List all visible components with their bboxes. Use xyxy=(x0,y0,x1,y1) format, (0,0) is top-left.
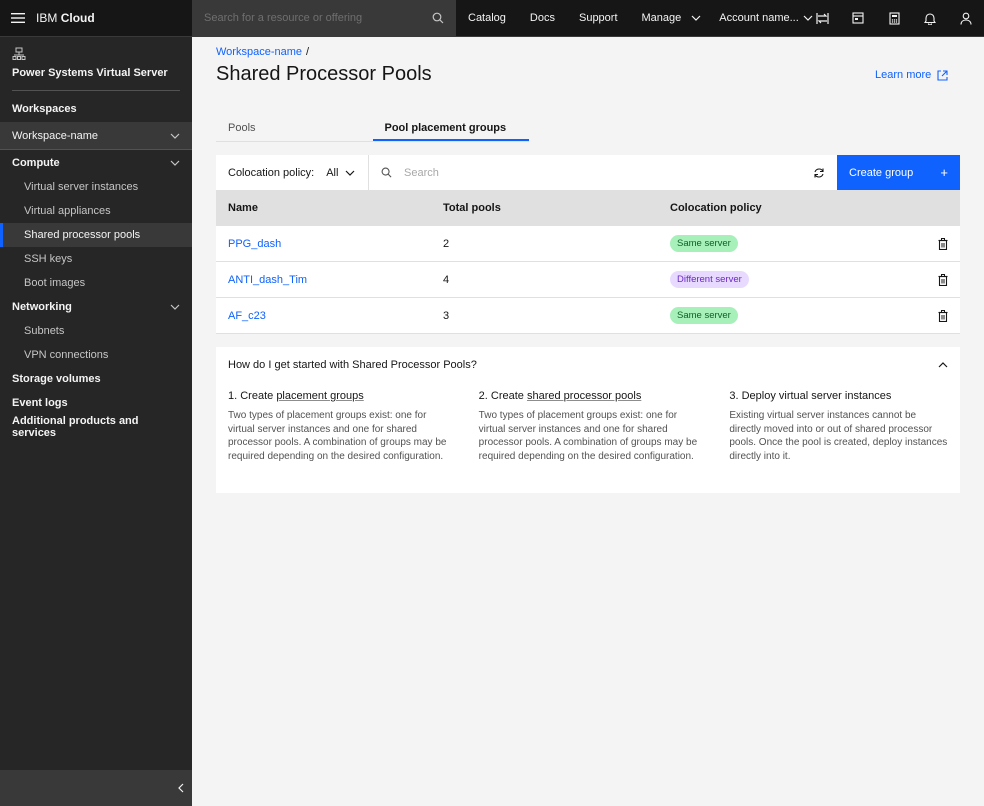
sidebar-item-event-logs[interactable]: Event logs xyxy=(0,391,192,415)
tab-pools[interactable]: Pools xyxy=(216,116,373,141)
global-search-input[interactable]: Search for a resource or offering xyxy=(192,0,456,36)
column-header-colocation-policy[interactable]: Colocation policy xyxy=(670,202,926,214)
delete-button[interactable] xyxy=(926,273,960,286)
total-pools-cell: 2 xyxy=(443,237,450,250)
step-deploy-instances: 3. Deploy virtual server instances Exist… xyxy=(729,390,948,462)
column-header-name[interactable]: Name xyxy=(216,202,443,214)
sidebar-service-title: Power Systems Virtual Server xyxy=(12,67,168,79)
page-title: Shared Processor Pools xyxy=(216,63,432,85)
top-header: IBM Cloud Search for a resource or offer… xyxy=(0,0,984,37)
sidebar-item-workspaces[interactable]: Workspaces xyxy=(0,97,192,121)
workspace-selector[interactable]: Workspace-name xyxy=(0,122,192,150)
total-pools-cell: 4 xyxy=(443,273,450,286)
trash-can-icon xyxy=(938,237,948,250)
trash-can-icon xyxy=(938,273,948,286)
tab-list: Pools Pool placement groups xyxy=(216,116,529,142)
group-name-link[interactable]: AF_c23 xyxy=(216,310,443,322)
breadcrumb-workspace-link[interactable]: Workspace-name xyxy=(216,46,302,58)
left-sidebar: Power Systems Virtual Server Workspaces … xyxy=(0,37,192,806)
sidebar-section-compute[interactable]: Compute xyxy=(0,151,192,175)
chevron-down-icon xyxy=(170,133,180,139)
table-row: AF_c23 3 Same server xyxy=(216,298,960,334)
hamburger-menu-icon[interactable] xyxy=(0,0,36,36)
sidebar-item-virtual-appliances[interactable]: Virtual appliances xyxy=(0,199,192,223)
user-avatar-icon[interactable] xyxy=(948,0,984,36)
nav-manage[interactable]: Manage xyxy=(630,0,714,36)
refresh-button[interactable] xyxy=(801,155,837,190)
sidebar-item-boot-images[interactable]: Boot images xyxy=(0,271,192,295)
sidebar-item-shared-processor-pools[interactable]: Shared processor pools xyxy=(0,223,192,247)
table-row: ANTI_dash_Tim 4 Different server xyxy=(216,262,960,298)
step-description: Existing virtual server instances cannot… xyxy=(729,410,948,462)
total-pools-cell: 3 xyxy=(443,309,450,322)
create-group-button[interactable]: Create group + xyxy=(837,155,960,190)
calculator-icon[interactable] xyxy=(876,0,912,36)
table-search-placeholder: Search xyxy=(404,166,439,179)
sidebar-item-vpn-connections[interactable]: VPN connections xyxy=(0,343,192,367)
notification-bell-icon[interactable] xyxy=(912,0,948,36)
table-toolbar: Colocation policy: All Search Create gro… xyxy=(216,155,960,190)
table-row: PPG_dash 2 Same server xyxy=(216,226,960,262)
chevron-down-icon xyxy=(170,160,180,166)
delete-button[interactable] xyxy=(926,237,960,250)
sidebar-item-ssh-keys[interactable]: SSH keys xyxy=(0,247,192,271)
nav-docs[interactable]: Docs xyxy=(518,0,567,36)
chevron-up-icon xyxy=(938,361,948,367)
chevron-down-icon xyxy=(346,170,355,176)
sidebar-divider xyxy=(12,90,180,91)
step-create-placement-groups: 1. Create placement groups Two types of … xyxy=(228,390,447,462)
learn-more-link[interactable]: Learn more xyxy=(875,69,948,81)
step-description: Two types of placement groups exist: one… xyxy=(478,410,698,462)
sidebar-item-additional-products[interactable]: Additional products and services xyxy=(0,415,192,439)
group-name-link[interactable]: ANTI_dash_Tim xyxy=(216,274,443,286)
power-systems-icon xyxy=(12,47,26,60)
search-icon xyxy=(381,167,392,178)
sidebar-item-subnets[interactable]: Subnets xyxy=(0,319,192,343)
sidebar-item-storage-volumes[interactable]: Storage volumes xyxy=(0,367,192,391)
shared-processor-pools-link[interactable]: shared processor pools xyxy=(527,390,641,402)
colocation-filter-value: All xyxy=(326,166,339,179)
chevron-down-icon xyxy=(170,304,180,310)
brand-logo[interactable]: IBM Cloud xyxy=(36,11,192,25)
nav-support[interactable]: Support xyxy=(567,0,630,36)
nav-catalog[interactable]: Catalog xyxy=(456,0,518,36)
accordion-title: How do I get started with Shared Process… xyxy=(228,358,477,371)
table-header: Name Total pools Colocation policy xyxy=(216,190,960,226)
sidebar-collapse-button[interactable] xyxy=(0,770,192,806)
chevron-left-icon xyxy=(178,783,184,793)
account-switcher[interactable]: Account name... xyxy=(713,12,813,24)
add-icon: + xyxy=(940,165,948,180)
accordion-header[interactable]: How do I get started with Shared Process… xyxy=(216,347,960,382)
refresh-icon xyxy=(814,167,824,178)
trash-can-icon xyxy=(938,309,948,322)
switcher-icon[interactable] xyxy=(804,0,840,36)
breadcrumb-separator: / xyxy=(306,46,310,58)
global-search-placeholder: Search for a resource or offering xyxy=(204,12,363,24)
step-description: Two types of placement groups exist: one… xyxy=(228,410,447,462)
column-header-total-pools[interactable]: Total pools xyxy=(443,202,670,214)
colocation-policy-tag: Different server xyxy=(670,271,749,288)
step-create-shared-processor-pools: 2. Create shared processor pools Two typ… xyxy=(478,390,698,462)
tab-pool-placement-groups[interactable]: Pool placement groups xyxy=(372,116,529,141)
colocation-filter-label: Colocation policy: xyxy=(228,166,315,179)
colocation-policy-tag: Same server xyxy=(670,307,738,324)
colocation-filter[interactable]: Colocation policy: All xyxy=(216,155,369,190)
sidebar-item-virtual-server-instances[interactable]: Virtual server instances xyxy=(0,175,192,199)
launch-icon xyxy=(937,69,948,81)
search-icon xyxy=(432,12,444,24)
breadcrumb: Workspace-name / xyxy=(216,46,309,58)
placement-groups-link[interactable]: placement groups xyxy=(276,390,363,402)
chevron-down-icon xyxy=(691,15,701,21)
colocation-policy-tag: Same server xyxy=(670,235,738,252)
group-name-link[interactable]: PPG_dash xyxy=(216,238,443,250)
sidebar-section-networking[interactable]: Networking xyxy=(0,295,192,319)
delete-button[interactable] xyxy=(926,309,960,322)
getting-started-accordion: How do I get started with Shared Process… xyxy=(216,347,960,493)
table-search-input[interactable]: Search xyxy=(369,155,801,190)
cost-estimator-icon[interactable] xyxy=(840,0,876,36)
